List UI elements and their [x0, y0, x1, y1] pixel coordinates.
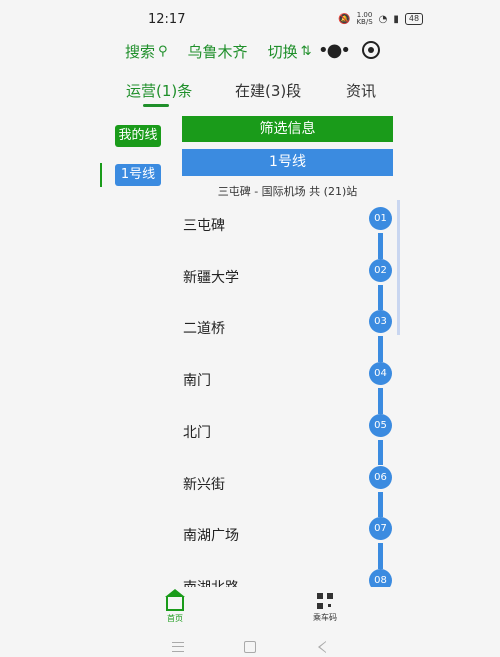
system-nav-bar — [0, 629, 500, 657]
station-name: 南湖广场 — [183, 528, 239, 545]
selected-line-indicator — [100, 163, 102, 187]
net-speed-unit: KB/S — [356, 18, 373, 26]
bottom-nav-home-label: 首页 — [167, 614, 183, 623]
station-number-badge: 05 — [369, 413, 392, 437]
search-icon: ⚲ — [158, 43, 168, 59]
city-label[interactable]: 乌鲁木齐 — [188, 41, 248, 62]
bottom-nav: 首页 乘车码 — [0, 587, 500, 629]
station-number-badge: 06 — [369, 465, 392, 489]
tab-under-construction[interactable]: 在建(3)段 — [235, 80, 301, 101]
qr-code-icon — [317, 593, 333, 609]
swap-icon: ⇅ — [300, 43, 312, 59]
station-item[interactable]: 三屯碑 01 — [0, 200, 500, 252]
signal-icon: ▮ — [393, 13, 399, 25]
station-name: 南湖北路 — [183, 577, 239, 587]
menu-icon[interactable] — [172, 642, 184, 652]
station-number-badge: 01 — [369, 207, 392, 230]
station-name: 新疆大学 — [183, 269, 239, 286]
my-lines-button[interactable]: 我的线 — [115, 125, 161, 147]
station-name: 南门 — [183, 373, 211, 390]
home-square-icon[interactable] — [244, 641, 256, 653]
station-number-badge: 04 — [369, 362, 392, 386]
line1-button[interactable]: 1号线 — [115, 164, 161, 186]
station-name: 三屯碑 — [183, 218, 225, 234]
station-number-badge: 03 — [369, 310, 392, 334]
station-item[interactable]: 二道桥 03 — [0, 303, 500, 355]
top-nav: 搜索 ⚲ 乌鲁木齐 切换 ⇅ — [125, 40, 311, 62]
search-button[interactable]: 搜索 ⚲ — [125, 41, 168, 62]
search-label: 搜索 — [125, 42, 156, 61]
switch-city-button[interactable]: 切换 ⇅ — [268, 41, 312, 62]
station-item[interactable]: 北门 05 — [0, 407, 500, 459]
close-target-icon[interactable] — [362, 41, 380, 59]
wifi-icon: ◔ — [378, 13, 388, 25]
net-speed: 1.00 KB/S — [356, 12, 372, 26]
station-item[interactable]: 南门 04 — [0, 355, 500, 407]
station-name: 新兴街 — [183, 476, 225, 493]
filter-button[interactable]: 筛选信息 — [182, 116, 393, 142]
back-icon[interactable] — [318, 641, 326, 653]
bottom-nav-home[interactable]: 首页 — [145, 589, 205, 624]
bottom-nav-ride-code-label: 乘车码 — [313, 613, 337, 622]
status-icons: 🔕 1.00 KB/S ◔ ▮ 48 — [338, 10, 424, 28]
line-header: 1号线 — [182, 149, 393, 176]
station-number-badge: 07 — [369, 517, 392, 541]
status-bar: 12:17 🔕 1.00 KB/S ◔ ▮ 48 — [0, 0, 500, 38]
station-item[interactable]: 南湖广场 07 — [0, 510, 500, 562]
tab-news[interactable]: 资讯 — [346, 80, 376, 101]
station-item[interactable]: 新疆大学 02 — [0, 252, 500, 304]
station-item[interactable]: 南湖北路 08 — [0, 562, 500, 587]
more-icon[interactable]: •●• — [318, 40, 351, 61]
tab-active-indicator — [143, 104, 169, 107]
station-item[interactable]: 新兴街 06 — [0, 459, 500, 511]
battery-icon: 48 — [404, 13, 424, 25]
bottom-nav-ride-code[interactable]: 乘车码 — [295, 593, 355, 623]
miniprogram-capsule: •●• — [318, 36, 388, 64]
status-time: 12:17 — [148, 12, 186, 27]
home-icon — [165, 589, 185, 611]
tab-bar: 运营(1)条 在建(3)段 资讯 — [0, 80, 500, 110]
switch-label: 切换 — [267, 42, 298, 61]
station-name: 二道桥 — [183, 321, 225, 338]
station-name: 北门 — [183, 424, 211, 441]
line-route-summary: 三屯碑 - 国际机场 共 (21)站 — [217, 185, 358, 198]
silent-icon: 🔕 — [338, 13, 351, 25]
station-number-badge: 02 — [369, 258, 392, 282]
tab-operating[interactable]: 运营(1)条 — [126, 80, 192, 101]
station-list[interactable]: 三屯碑 01 新疆大学 02 二道桥 03 南门 04 北门 05 新兴街 06 南湖广场 07 南湖北路 0… — [0, 200, 500, 587]
station-number-badge: 08 — [369, 568, 392, 587]
